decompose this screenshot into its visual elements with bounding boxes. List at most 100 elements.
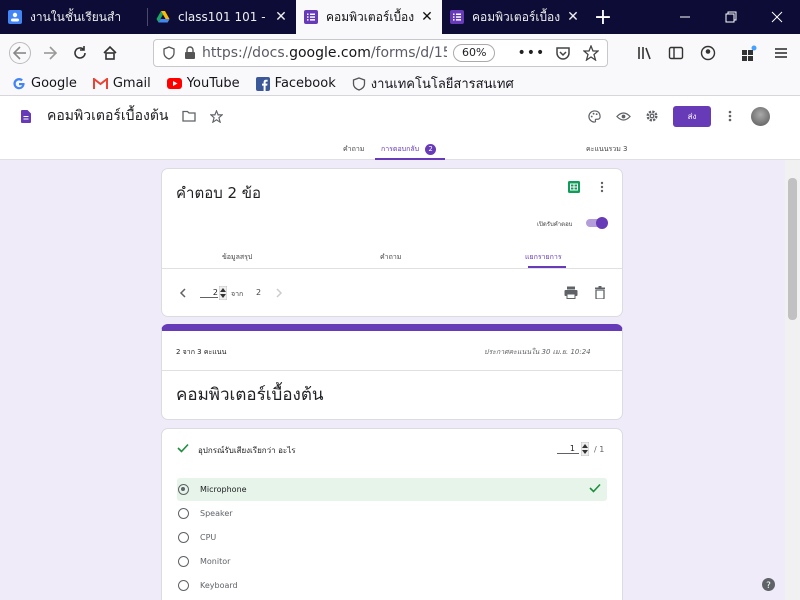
bookmark-gmail[interactable]: Gmail bbox=[92, 76, 151, 91]
sidebar-icon[interactable] bbox=[668, 45, 684, 61]
restore-icon bbox=[725, 11, 737, 23]
subtab-individual[interactable]: แยกรายการ bbox=[525, 252, 562, 263]
radio-selected[interactable] bbox=[178, 484, 189, 495]
forward-button[interactable] bbox=[35, 38, 65, 68]
zoom-level[interactable]: 60% bbox=[453, 44, 496, 62]
browser-tab-drive[interactable]: class101 101 - Go ✕ bbox=[148, 0, 296, 34]
extensions-icon[interactable] bbox=[741, 45, 757, 61]
shield-icon[interactable] bbox=[162, 46, 176, 60]
restore-button[interactable] bbox=[708, 0, 754, 34]
print-icon[interactable] bbox=[564, 286, 578, 299]
accepting-responses-label: เปิดรับคำตอบ bbox=[537, 221, 573, 228]
close-icon[interactable]: ✕ bbox=[420, 9, 434, 25]
form-title[interactable]: คอมพิวเตอร์เบื้องต้น bbox=[47, 105, 168, 127]
option-speaker[interactable]: Speaker bbox=[178, 508, 233, 519]
subtab-question[interactable]: คำถาม bbox=[380, 252, 401, 263]
chevron-right-icon[interactable] bbox=[275, 288, 283, 298]
forms-icon[interactable] bbox=[21, 109, 31, 123]
star-icon[interactable] bbox=[583, 45, 600, 61]
option-keyboard[interactable]: Keyboard bbox=[178, 580, 238, 591]
option-microphone[interactable]: Microphone bbox=[178, 484, 247, 495]
bookmark-google[interactable]: Google bbox=[12, 76, 77, 91]
back-arrow-icon bbox=[9, 42, 31, 64]
reload-button[interactable] bbox=[65, 38, 95, 68]
stepper-arrows-icon[interactable] bbox=[219, 286, 227, 300]
tab-responses-label: การตอบกลับ bbox=[381, 145, 420, 153]
response-index-value[interactable]: 2 bbox=[200, 288, 218, 298]
bookmark-label: Google bbox=[31, 76, 77, 91]
published-label: ประกาศคะแนนใน 30 เม.ย. 10:24 bbox=[484, 348, 591, 356]
bookmark-youtube[interactable]: YouTube bbox=[166, 76, 240, 91]
browser-tab-classroom[interactable]: งานในชั้นเรียนสำ bbox=[0, 0, 148, 34]
tab-label: คอมพิวเตอร์เบื้องต bbox=[326, 9, 414, 24]
more-vert-icon[interactable] bbox=[600, 181, 604, 193]
points-stepper[interactable]: 1 / 1 bbox=[557, 442, 604, 456]
browser-tab-forms-active[interactable]: คอมพิวเตอร์เบื้องต ✕ bbox=[296, 0, 442, 34]
radio[interactable] bbox=[178, 580, 189, 591]
bookmarks-toolbar: Google Gmail YouTube Facebook งานเทคโนโล… bbox=[0, 72, 800, 96]
more-vert-icon[interactable] bbox=[728, 110, 732, 122]
gmail-icon bbox=[92, 77, 108, 89]
folder-icon[interactable] bbox=[182, 110, 197, 122]
svg-text:?: ? bbox=[766, 581, 771, 591]
divider bbox=[162, 268, 622, 269]
option-label: Keyboard bbox=[200, 581, 238, 590]
palette-icon[interactable] bbox=[588, 110, 601, 123]
close-window-button[interactable] bbox=[754, 0, 800, 34]
pocket-icon[interactable] bbox=[555, 45, 571, 61]
response-index-stepper[interactable]: 2 bbox=[200, 286, 227, 300]
account-icon[interactable] bbox=[700, 45, 716, 61]
send-button[interactable]: ส่ง bbox=[673, 106, 711, 127]
points-value[interactable]: 1 bbox=[557, 444, 579, 454]
sheets-icon[interactable] bbox=[568, 181, 580, 193]
close-icon[interactable]: ✕ bbox=[274, 9, 288, 25]
tab-responses[interactable]: การตอบกลับ 2 bbox=[381, 144, 437, 155]
bookmark-label: Facebook bbox=[274, 76, 336, 91]
library-icon[interactable] bbox=[637, 45, 653, 61]
forms-icon bbox=[304, 10, 318, 24]
bookmark-label: YouTube bbox=[186, 76, 240, 91]
subtab-summary[interactable]: ข้อมูลสรุป bbox=[222, 252, 252, 263]
help-icon[interactable]: ? bbox=[762, 578, 775, 591]
settings-gear-icon[interactable] bbox=[645, 109, 659, 123]
home-button[interactable] bbox=[95, 38, 125, 68]
stepper-arrows-icon[interactable] bbox=[581, 442, 589, 456]
radio[interactable] bbox=[178, 508, 189, 519]
avatar[interactable] bbox=[751, 107, 770, 126]
points-total: / 1 bbox=[594, 444, 605, 454]
back-button[interactable] bbox=[5, 38, 35, 68]
accepting-responses-toggle[interactable] bbox=[584, 217, 608, 229]
scrollbar-thumb[interactable] bbox=[788, 178, 797, 320]
radio[interactable] bbox=[178, 532, 189, 543]
minimize-button[interactable] bbox=[662, 0, 708, 34]
option-cpu[interactable]: CPU bbox=[178, 532, 216, 543]
star-icon[interactable] bbox=[210, 109, 224, 123]
close-icon[interactable]: ✕ bbox=[566, 9, 580, 25]
option-label: Microphone bbox=[200, 485, 247, 494]
nav-of-label: จาก bbox=[231, 290, 244, 298]
nav-total: 2 bbox=[256, 288, 262, 297]
option-monitor[interactable]: Monitor bbox=[178, 556, 230, 567]
tab-questions[interactable]: คำถาม bbox=[343, 144, 364, 155]
google-icon bbox=[13, 77, 25, 89]
bookmark-facebook[interactable]: Facebook bbox=[255, 76, 336, 91]
classroom-icon bbox=[8, 10, 22, 24]
facebook-icon bbox=[255, 76, 270, 91]
forward-arrow-icon bbox=[44, 46, 58, 60]
lock-icon[interactable] bbox=[184, 46, 196, 60]
radio[interactable] bbox=[178, 556, 189, 567]
hamburger-menu-icon[interactable] bbox=[774, 46, 788, 60]
delete-trash-icon[interactable] bbox=[595, 286, 605, 299]
address-bar[interactable]: https://docs.google.com/forms/d/15SvR 60… bbox=[153, 39, 608, 67]
responses-count-badge: 2 bbox=[425, 144, 437, 155]
bookmark-label: Gmail bbox=[112, 76, 151, 91]
browser-tab-forms[interactable]: คอมพิวเตอร์เบื้องต ✕ bbox=[442, 0, 588, 34]
bookmark-it-work[interactable]: งานเทคโนโลยีสารสนเทศ bbox=[352, 73, 514, 94]
chevron-left-icon[interactable] bbox=[179, 288, 187, 298]
more-actions-icon[interactable]: ••• bbox=[517, 45, 545, 61]
drive-icon bbox=[156, 11, 170, 23]
preview-eye-icon[interactable] bbox=[616, 111, 631, 122]
url-text[interactable]: https://docs.google.com/forms/d/15SvR bbox=[202, 45, 447, 61]
bookmark-label: งานเทคโนโลยีสารสนเทศ bbox=[370, 77, 514, 92]
new-tab-button[interactable]: + bbox=[588, 0, 618, 34]
